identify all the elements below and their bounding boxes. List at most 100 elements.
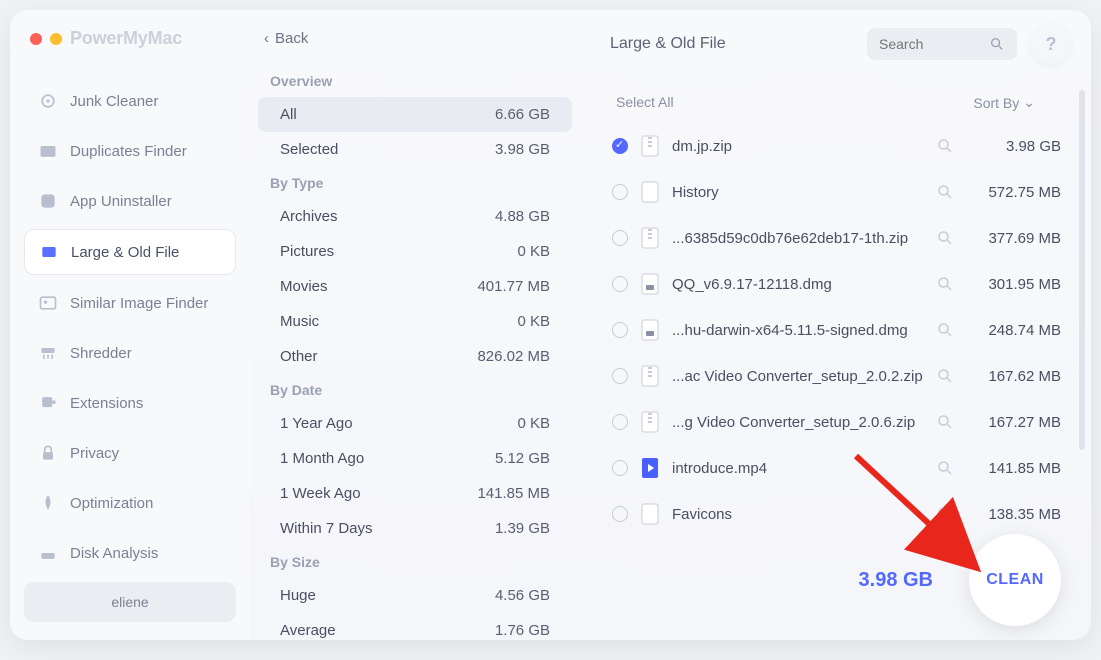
filter-row-movies[interactable]: Movies401.77 MB [258,269,572,304]
reveal-in-finder-icon[interactable] [936,413,954,431]
sidebar-item-privacy[interactable]: Privacy [24,431,236,475]
filter-row-selected[interactable]: Selected3.98 GB [258,132,572,167]
sidebar-item-duplicates-finder[interactable]: Duplicates Finder [24,129,236,173]
sidebar-item-extensions[interactable]: Extensions [24,381,236,425]
help-button[interactable]: ? [1031,24,1071,64]
reveal-in-finder-icon[interactable] [936,367,954,385]
file-row[interactable]: ...g Video Converter_setup_2.0.6.zip167.… [600,399,1073,445]
file-checkbox[interactable] [612,276,628,292]
sidebar-item-disk-analysis[interactable]: Disk Analysis [24,531,236,575]
file-row[interactable]: dm.jp.zip3.98 GB [600,123,1073,169]
file-checkbox[interactable] [612,460,628,476]
sort-by-button[interactable]: Sort By ⌄ [973,94,1035,111]
lock-icon [38,443,58,463]
file-checkbox[interactable] [612,138,628,154]
minimize-window-icon[interactable] [50,33,62,45]
filter-row-7-days[interactable]: Within 7 Days1.39 GB [258,511,572,546]
file-row[interactable]: introduce.mp4 141.85 MB [600,445,1073,491]
user-name: eliene [111,594,148,610]
sidebar-item-app-uninstaller[interactable]: App Uninstaller [24,179,236,223]
file-type-icon [640,364,660,388]
scrollbar[interactable] [1079,90,1085,450]
disk-icon [38,543,58,563]
reveal-in-finder-icon[interactable] [936,137,954,155]
reveal-in-finder-icon[interactable] [936,183,954,201]
filter-row-music[interactable]: Music0 KB [258,304,572,339]
reveal-in-finder-icon[interactable] [936,459,954,477]
file-size: 3.98 GB [966,138,1061,155]
shredder-icon [38,343,58,363]
traffic-lights[interactable] [30,33,62,45]
chevron-left-icon: ‹ [264,30,269,47]
close-window-icon[interactable] [30,33,42,45]
file-name: Favicons [672,506,924,523]
file-type-icon [640,134,660,158]
folder-icon [38,141,58,161]
filter-row-pictures[interactable]: Pictures0 KB [258,234,572,269]
file-name: introduce.mp4 [672,460,924,477]
sidebar-item-label: Shredder [70,345,132,362]
filter-row-archives[interactable]: Archives4.88 GB [258,199,572,234]
sidebar-item-label: Large & Old File [71,244,179,261]
filter-panel: ‹ Back Overview All6.66 GB Selected3.98 … [250,10,590,640]
file-checkbox[interactable] [612,184,628,200]
sidebar-item-similar-image-finder[interactable]: Similar Image Finder [24,281,236,325]
file-checkbox[interactable] [612,230,628,246]
sidebar-item-large-old-file[interactable]: Large & Old File [24,229,236,275]
reveal-in-finder-icon[interactable] [936,275,954,293]
file-checkbox[interactable] [612,368,628,384]
file-type-icon [640,456,660,480]
user-account-button[interactable]: eliene [24,582,236,622]
sidebar: PowerMyMac Junk Cleaner Duplicates Finde… [10,10,250,640]
file-stack-icon [39,242,59,262]
filter-section-overview: Overview [258,65,572,97]
filter-row-1-month[interactable]: 1 Month Ago5.12 GB [258,441,572,476]
search-input[interactable] [879,36,989,52]
page-title: Large & Old File [610,35,726,53]
content-panel: Large & Old File ? Select All Sort By ⌄ … [590,10,1091,640]
file-row[interactable]: ...6385d59c0db76e62deb17-1th.zip377.69 M… [600,215,1073,261]
file-checkbox[interactable] [612,414,628,430]
reveal-in-finder-icon[interactable] [936,505,954,523]
file-checkbox[interactable] [612,322,628,338]
file-size: 248.74 MB [966,322,1061,339]
back-button[interactable]: ‹ Back [258,24,572,65]
file-type-icon [640,502,660,526]
filter-row-1-week[interactable]: 1 Week Ago141.85 MB [258,476,572,511]
file-type-icon [640,272,660,296]
filter-row-huge[interactable]: Huge4.56 GB [258,578,572,613]
sidebar-item-optimization[interactable]: Optimization [24,481,236,525]
file-row[interactable]: History572.75 MB [600,169,1073,215]
file-row[interactable]: QQ_v6.9.17-12118.dmg301.95 MB [600,261,1073,307]
selected-size: 3.98 GB [859,569,933,592]
sidebar-item-shredder[interactable]: Shredder [24,331,236,375]
file-size: 141.85 MB [966,460,1061,477]
file-row[interactable]: ...hu-darwin-x64-5.11.5-signed.dmg 248.74… [600,307,1073,353]
reveal-in-finder-icon[interactable] [936,321,954,339]
clean-button[interactable]: CLEAN [969,534,1061,626]
filter-row-average[interactable]: Average1.76 GB [258,613,572,640]
sidebar-item-label: Extensions [70,395,143,412]
file-size: 572.75 MB [966,184,1061,201]
filter-row-all[interactable]: All6.66 GB [258,97,572,132]
reveal-in-finder-icon[interactable] [936,229,954,247]
select-all-button[interactable]: Select All [616,94,674,111]
rocket-icon [38,493,58,513]
file-name: ...hu-darwin-x64-5.11.5-signed.dmg [672,322,924,339]
file-checkbox[interactable] [612,506,628,522]
file-size: 301.95 MB [966,276,1061,293]
sidebar-item-label: Junk Cleaner [70,93,158,110]
sidebar-item-label: Similar Image Finder [70,295,208,312]
file-type-icon [640,318,660,342]
sidebar-item-junk-cleaner[interactable]: Junk Cleaner [24,79,236,123]
filter-row-other[interactable]: Other826.02 MB [258,339,572,374]
chevron-down-icon: ⌄ [1023,94,1035,111]
sidebar-item-label: Optimization [70,495,153,512]
sidebar-item-label: App Uninstaller [70,193,172,210]
filter-row-1-year[interactable]: 1 Year Ago0 KB [258,406,572,441]
file-row[interactable]: ...ac Video Converter_setup_2.0.2.zip167… [600,353,1073,399]
file-row[interactable]: Favicons138.35 MB [600,491,1073,537]
sidebar-item-label: Duplicates Finder [70,143,187,160]
list-header: Select All Sort By ⌄ [600,70,1091,123]
search-box[interactable] [867,28,1017,60]
